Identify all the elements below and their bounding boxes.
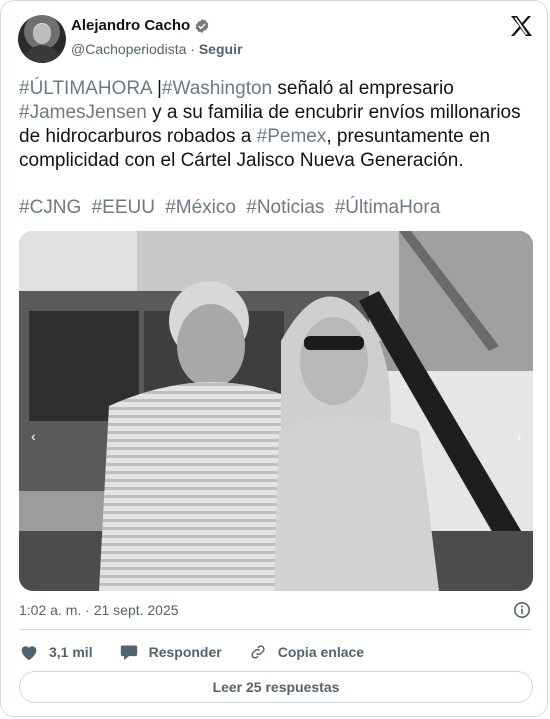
action-bar: 3,1 mil Responder Copia enlace (19, 641, 390, 663)
hashtag-pemex[interactable]: #Pemex (257, 126, 327, 147)
link-icon (251, 645, 265, 659)
heart-icon (21, 646, 37, 661)
hashtag-jamesjensen[interactable]: #JamesJensen (19, 102, 147, 123)
hashtag-cjng[interactable]: #CJNG (19, 197, 81, 218)
copy-link-label: Copia enlace (277, 644, 365, 660)
follow-button[interactable]: Seguir (199, 41, 243, 57)
copy-link-button[interactable]: Copia enlace (248, 643, 364, 661)
text-segment: señaló al empresario (272, 78, 454, 99)
reply-button[interactable]: Responder (119, 643, 222, 661)
tweet-text: #ÚLTIMAHORA |#Washington señaló al empre… (19, 77, 539, 173)
read-replies-button[interactable]: Leer 25 respuestas (19, 671, 533, 703)
reply-icon (120, 645, 137, 661)
hashtag-ultimahora[interactable]: #ÚLTIMAHORA (19, 78, 152, 99)
avatar[interactable] (18, 15, 66, 63)
text-segment: y a su familia de encubrir envíos millon… (146, 102, 521, 123)
text-segment: , presuntamente en (326, 126, 491, 147)
hashtag-noticias[interactable]: #Noticias (246, 197, 324, 218)
tweet-photo[interactable]: ‹ › (19, 231, 533, 591)
tweet-line-2: #JamesJensen y a su familia de encubrir … (19, 101, 539, 125)
x-logo-icon[interactable] (509, 14, 533, 38)
text-segment: de hidrocarburos robados a (19, 126, 257, 147)
verified-badge-icon (195, 18, 209, 33)
author-handle-row: @Cachoperiodista · Seguir (71, 41, 242, 57)
svg-text:‹: ‹ (31, 428, 36, 444)
svg-text:›: › (517, 428, 522, 444)
tweet-line-4: complicidad con el Cártel Jalisco Nueva … (19, 150, 464, 171)
tweet-timestamp[interactable]: 1:02 a. m. · 21 sept. 2025 (19, 602, 179, 618)
hashtag-ultima-hora[interactable]: #ÚltimaHora (335, 197, 441, 218)
hashtag-eeuu[interactable]: #EEUU (92, 197, 155, 218)
author-display-name[interactable]: Alejandro Cacho (71, 17, 190, 34)
text-separator: | (151, 78, 162, 99)
like-button[interactable]: 3,1 mil (19, 643, 93, 661)
avatar-face (33, 24, 51, 44)
hashtag-mexico[interactable]: #México (165, 197, 236, 218)
photo-illustration: ‹ › (19, 231, 533, 591)
avatar-body (24, 45, 60, 63)
divider (19, 629, 531, 630)
reply-label: Responder (148, 644, 222, 660)
author-handle[interactable]: @Cachoperiodista (71, 41, 186, 57)
like-count: 3,1 mil (49, 644, 93, 660)
tweet-line-1: #ÚLTIMAHORA |#Washington señaló al empre… (19, 77, 539, 101)
handle-separator: · (190, 41, 195, 57)
tweet-line-3: de hidrocarburos robados a #Pemex, presu… (19, 125, 539, 149)
tweet-card: Alejandro Cacho @Cachoperiodista · Segui… (0, 0, 548, 717)
hashtag-washington[interactable]: #Washington (162, 78, 272, 99)
info-icon[interactable] (513, 601, 531, 619)
author-name-row: Alejandro Cacho (71, 17, 210, 34)
hashtag-list: #CJNG #EEUU #México #Noticias #ÚltimaHor… (19, 197, 445, 219)
